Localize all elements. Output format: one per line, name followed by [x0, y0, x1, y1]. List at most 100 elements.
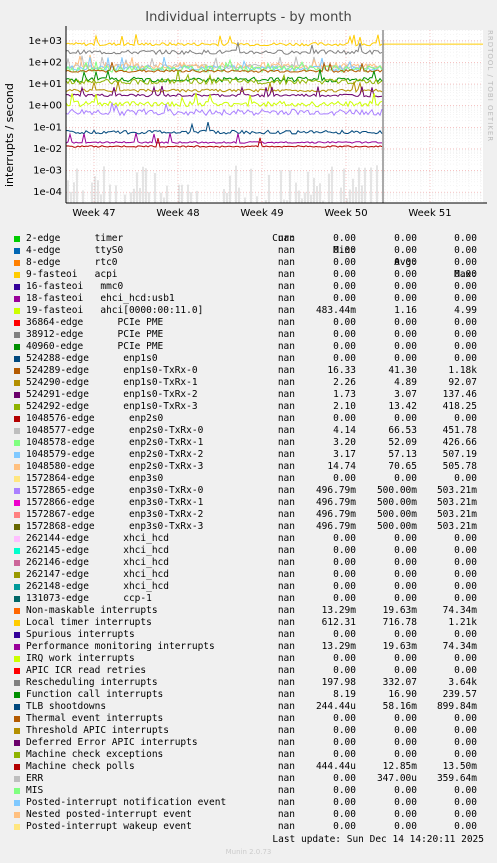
legend-min: 16.33 [327, 365, 356, 376]
legend-label: 262146-edge xhci_hcd [26, 557, 169, 568]
legend-swatch [14, 404, 20, 410]
legend-min: 13.29m [321, 605, 356, 616]
legend-avg: 0.00 [394, 317, 417, 328]
legend-label: Spurious interrupts [26, 629, 135, 640]
legend-avg: 0.00 [394, 797, 417, 808]
legend-max: 451.78 [442, 425, 477, 436]
legend-label: Local timer interrupts [26, 617, 152, 628]
legend-swatch [14, 344, 20, 350]
legend-avg: 0.00 [394, 413, 417, 424]
legend-label: IRQ work interrupts [26, 653, 135, 664]
interrupts-chart: 1e+03 1e+02 1e+01 1e+00 1e-01 1e-02 1e-03 1e-04… [28, 26, 487, 219]
legend-avg: 0.00 [394, 593, 417, 604]
legend-max: 74.34m [442, 605, 477, 616]
legend-max: 0.00 [454, 737, 477, 748]
legend-cur: nan [277, 329, 295, 340]
legend-max: 507.19 [442, 449, 477, 460]
legend-swatch [14, 740, 20, 746]
legend-label: 1572864-edge enp3s0 [26, 473, 164, 484]
legend-min: 0.00 [333, 533, 356, 544]
legend-label: TLB shootdowns [26, 701, 107, 712]
legend-cur: nan [277, 569, 295, 580]
legend-swatch [14, 428, 20, 434]
legend-cur: nan [277, 509, 295, 520]
legend-max: 0.00 [454, 281, 477, 292]
legend-cur: nan [277, 377, 295, 388]
legend-swatch [14, 704, 20, 710]
legend-swatch [14, 536, 20, 542]
legend-max: 0.00 [454, 353, 477, 364]
legend-swatch [14, 272, 20, 278]
legend-min: 0.00 [333, 557, 356, 568]
legend-min: 0.00 [333, 353, 356, 364]
legend-swatch [14, 308, 20, 314]
legend-swatch [14, 512, 20, 518]
legend-cur: nan [277, 461, 295, 472]
legend-cur: nan [277, 485, 295, 496]
legend-cur: nan [277, 269, 295, 280]
legend-avg: 19.63m [382, 605, 417, 616]
legend-cur: nan [277, 341, 295, 352]
legend-cur: nan [277, 581, 295, 592]
legend-avg: 347.00u [376, 773, 417, 784]
legend-swatch [14, 392, 20, 398]
legend-swatch [14, 356, 20, 362]
legend-cur: nan [277, 821, 295, 832]
legend-avg: 0.00 [394, 545, 417, 556]
legend-cur: nan [277, 305, 295, 316]
legend-max: 0.00 [454, 809, 477, 820]
legend-cur: nan [277, 257, 295, 268]
legend-label: 1048578-edge enp2s0-TxRx-1 [26, 437, 204, 448]
legend-max: 0.00 [454, 557, 477, 568]
legend-min: 244.44u [315, 701, 356, 712]
legend-min: 0.00 [333, 545, 356, 556]
legend-min: 8.19 [333, 689, 356, 700]
legend-label: 524290-edge enp1s0-TxRx-1 [26, 377, 198, 388]
legend-header: Cur: Min: Avg: Max: [0, 221, 477, 280]
legend-cur: nan [277, 449, 295, 460]
legend-avg: 0.00 [394, 569, 417, 580]
legend-avg: 0.00 [394, 329, 417, 340]
legend-max: 0.00 [454, 473, 477, 484]
legend-swatch [14, 728, 20, 734]
legend-swatch [14, 260, 20, 266]
legend-swatch [14, 812, 20, 818]
legend-avg: 0.00 [394, 533, 417, 544]
legend-max: 3.64k [448, 677, 477, 688]
legend-avg: 12.85m [382, 761, 417, 772]
legend-max: 503.21m [436, 521, 477, 532]
legend-min: 496.79m [315, 485, 356, 496]
legend-max: 0.00 [454, 257, 477, 268]
legend-min: 0.00 [333, 245, 356, 256]
legend-avg: 500.00m [376, 497, 417, 508]
legend-min: 0.00 [333, 593, 356, 604]
legend-avg: 0.00 [394, 749, 417, 760]
y-tick-label: 1e+03 [28, 36, 62, 47]
legend-label: 524288-edge enp1s0 [26, 353, 158, 364]
legend-cur: nan [277, 545, 295, 556]
legend-avg: 0.00 [394, 629, 417, 640]
legend-min: 0.00 [333, 653, 356, 664]
legend-swatch [14, 476, 20, 482]
legend-swatch [14, 248, 20, 254]
legend-label: 524291-edge enp1s0-TxRx-2 [26, 389, 198, 400]
legend-swatch [14, 608, 20, 614]
y-tick-label: 1e+00 [28, 101, 62, 112]
legend-swatch [14, 584, 20, 590]
legend-max: 1.18k [448, 365, 477, 376]
legend-label: Thermal event interrupts [26, 713, 164, 724]
legend-min: 444.44u [315, 761, 356, 772]
legend-cur: nan [277, 749, 295, 760]
legend-max: 503.21m [436, 485, 477, 496]
legend-min: 0.00 [333, 725, 356, 736]
legend-min: 496.79m [315, 509, 356, 520]
legend-max: 0.00 [454, 413, 477, 424]
legend-max: 0.00 [454, 749, 477, 760]
legend-cur: nan [277, 797, 295, 808]
legend-avg: 0.00 [394, 581, 417, 592]
legend-cur: nan [277, 389, 295, 400]
legend-max: 0.00 [454, 821, 477, 832]
legend-swatch [14, 332, 20, 338]
legend-label: Non-maskable interrupts [26, 605, 158, 616]
legend-cur: nan [277, 533, 295, 544]
